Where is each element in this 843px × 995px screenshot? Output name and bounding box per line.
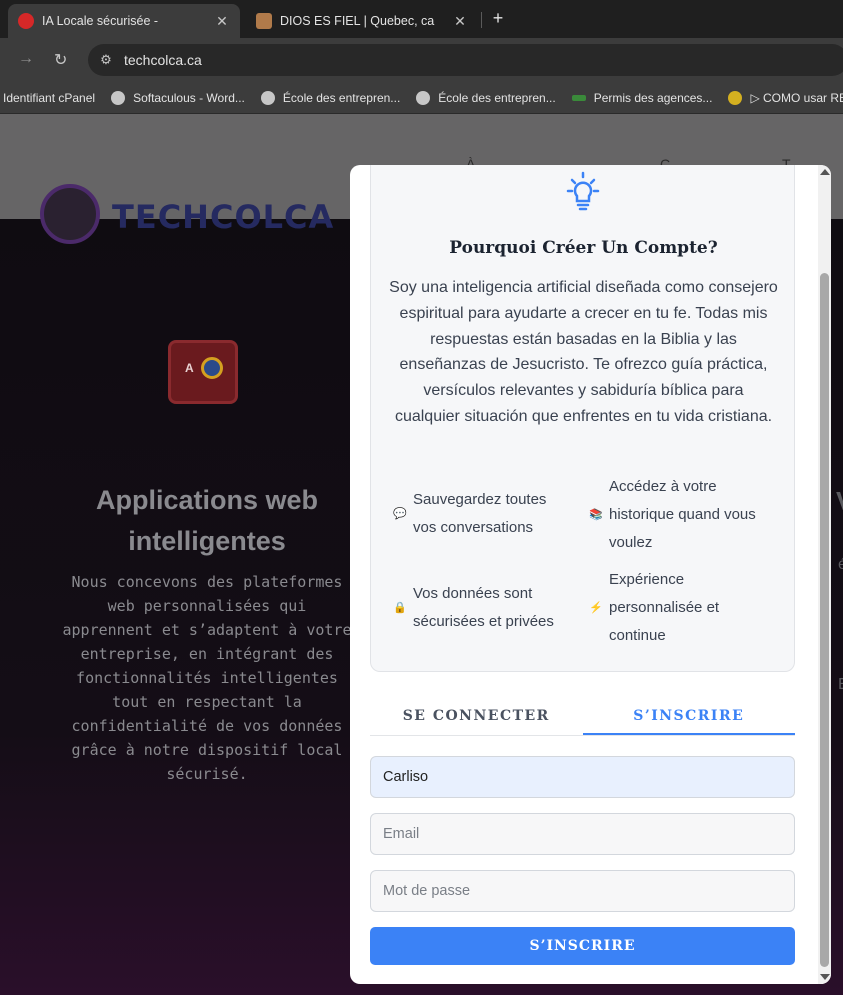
benefits-card: Pourquoi Créer Un Compte? Soy una inteli…: [370, 165, 795, 672]
modal-scrollbar[interactable]: [818, 165, 831, 984]
globe-icon: [416, 90, 431, 105]
bookmark-item[interactable]: École des entrepren...: [416, 90, 556, 105]
bookmark-item[interactable]: ▷ COMO usar RES: [728, 90, 843, 105]
lock-icon: 🔒: [393, 602, 407, 614]
browser-tabstrip: IA Locale sécurisée - ✕ DIOS ES FIEL | Q…: [0, 0, 843, 38]
scrollbar-thumb[interactable]: [820, 273, 829, 967]
email-field[interactable]: [370, 813, 795, 855]
url-text: techcolca.ca: [124, 52, 202, 68]
browser-tab-active[interactable]: IA Locale sécurisée - ✕: [8, 4, 240, 38]
feature-description: Nous concevons des plateformes web perso…: [62, 573, 352, 783]
site-logo-text[interactable]: TECHCOLCA: [112, 198, 334, 236]
tab-login[interactable]: SE CONNECTER: [370, 695, 583, 735]
books-icon: 📚: [589, 509, 603, 521]
bookmark-item[interactable]: Softaculous - Word...: [111, 90, 245, 105]
gear-icon: [201, 357, 223, 379]
name-field[interactable]: [370, 756, 795, 798]
ai-app-icon: A: [168, 340, 238, 404]
cropped-text: E: [838, 676, 843, 694]
benefit-item: ⚡ Expérience personnalisée et continue: [587, 566, 747, 650]
bookmark-item[interactable]: Permis des agences...: [571, 91, 712, 105]
reload-icon[interactable]: ↻: [54, 50, 67, 70]
card-description: Soy una inteligencia artificial diseñada…: [389, 279, 778, 425]
tab-title: IA Locale sécurisée -: [42, 14, 159, 28]
close-tab-icon[interactable]: ✕: [214, 13, 230, 30]
tab-separator: [481, 12, 482, 28]
globe-icon: [260, 90, 275, 105]
channel-icon: [728, 90, 743, 105]
card-title: Pourquoi Créer Un Compte?: [449, 238, 718, 258]
benefit-item: 📚 Accédez à votre historique quand vous …: [587, 473, 777, 557]
new-tab-button[interactable]: +: [488, 8, 508, 28]
agency-icon: [571, 94, 586, 101]
opera-favicon-icon: [18, 13, 34, 29]
site-settings-icon[interactable]: ⚙: [96, 50, 116, 70]
bookmarks-bar: Identifiant cPanel Softaculous - Word...…: [0, 82, 843, 114]
feature-title: Applications web intelligentes: [95, 485, 319, 556]
signup-submit-button[interactable]: S’INSCRIRE: [370, 927, 795, 965]
address-bar[interactable]: ⚙ techcolca.ca: [88, 44, 843, 76]
lightning-icon: ⚡: [589, 602, 603, 614]
auth-tabs: SE CONNECTER S’INSCRIRE: [370, 695, 795, 736]
lightbulb-icon: [566, 171, 600, 211]
signup-modal: Pourquoi Créer Un Compte? Soy una inteli…: [350, 165, 831, 984]
scroll-up-arrow-icon[interactable]: [820, 169, 830, 175]
speech-bubble-icon: 💬: [393, 508, 407, 520]
scroll-down-arrow-icon[interactable]: [820, 974, 830, 980]
close-tab-icon[interactable]: ✕: [452, 13, 468, 30]
site-favicon-icon: [256, 13, 272, 29]
tab-signup[interactable]: S’INSCRIRE: [582, 695, 795, 735]
bookmark-item[interactable]: Identifiant cPanel: [3, 91, 95, 105]
benefit-item: 💬 Sauvegardez toutes vos conversations: [391, 486, 563, 542]
globe-icon: [111, 90, 126, 105]
browser-toolbar: → ↻ ⚙ techcolca.ca: [0, 38, 843, 82]
bookmark-item[interactable]: École des entrepren...: [260, 90, 400, 105]
tab-title: DIOS ES FIEL | Quebec, ca: [280, 14, 435, 28]
cropped-heading: V: [836, 486, 843, 517]
cropped-text: é: [838, 556, 843, 573]
techcolca-logo-icon[interactable]: [40, 184, 100, 244]
browser-tab-inactive[interactable]: DIOS ES FIEL | Quebec, ca ✕: [246, 4, 478, 38]
forward-arrow-icon[interactable]: →: [18, 50, 34, 68]
benefit-item: 🔒 Vos données sont sécurisées et privées: [391, 580, 571, 636]
password-field[interactable]: [370, 870, 795, 912]
